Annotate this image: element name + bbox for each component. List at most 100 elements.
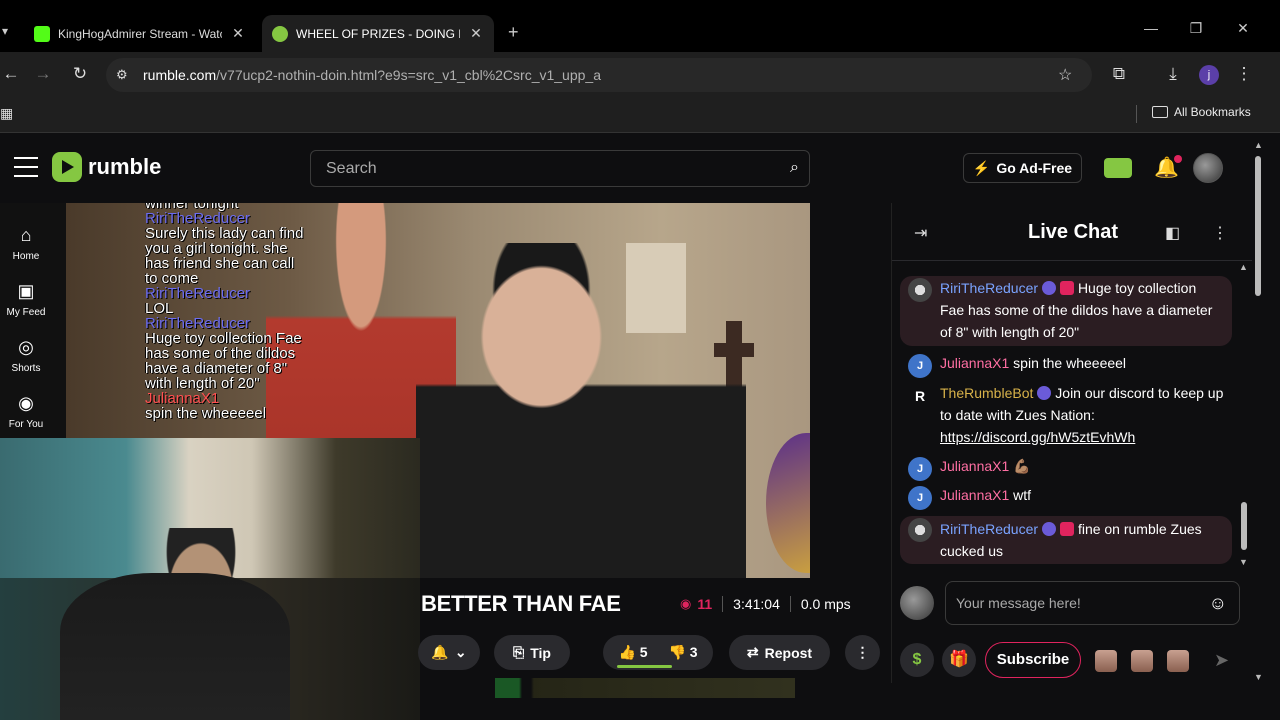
like-button[interactable]: 👍 5 bbox=[618, 644, 647, 661]
close-tab-icon[interactable]: ✕ bbox=[230, 25, 246, 42]
nav-shorts[interactable]: ◎ Shorts bbox=[0, 337, 52, 374]
notify-button[interactable]: 🔔 ⌄ bbox=[418, 635, 480, 670]
tip-button[interactable]: ⎘ Tip bbox=[494, 635, 570, 670]
search-icon[interactable]: ⌕ bbox=[790, 159, 799, 177]
scroll-down-icon[interactable]: ▼ bbox=[1254, 672, 1263, 682]
chat-popout-icon[interactable]: ◧ bbox=[1165, 223, 1180, 243]
emote-icon[interactable] bbox=[1095, 650, 1117, 672]
user-avatar[interactable] bbox=[1193, 153, 1223, 183]
rumble-logo[interactable]: rumble bbox=[52, 152, 161, 182]
all-bookmarks-label: All Bookmarks bbox=[1174, 105, 1251, 119]
video-player[interactable]: winner tonight RiriTheReducer Surely thi… bbox=[0, 203, 810, 578]
restore-icon[interactable]: ❐ bbox=[1181, 20, 1211, 37]
stream-duration: 3:41:04 bbox=[733, 596, 780, 612]
go-live-camera-icon[interactable] bbox=[1104, 158, 1132, 178]
nav-label: My Feed bbox=[6, 307, 46, 318]
page-scrollbar[interactable]: ▲ ▼ bbox=[1251, 140, 1263, 685]
avatar: J bbox=[908, 486, 932, 510]
bookmark-star-icon[interactable]: ☆ bbox=[1058, 65, 1072, 85]
chat-message-input[interactable] bbox=[946, 582, 1239, 624]
chat-username[interactable]: TheRumbleBot bbox=[940, 385, 1033, 401]
tab-title: WHEEL OF PRIZES - DOING IT F bbox=[296, 26, 460, 41]
send-message-icon[interactable]: ➤ bbox=[1214, 650, 1229, 671]
browser-menu-icon[interactable]: ⋮ bbox=[1233, 64, 1255, 84]
go-ad-free-button[interactable]: ⚡ Go Ad-Free bbox=[963, 153, 1082, 183]
verified-badge-icon bbox=[1042, 281, 1057, 295]
chat-scrollbar[interactable]: ▲ ▼ bbox=[1238, 262, 1250, 568]
chat-input-box: ☺ bbox=[945, 581, 1240, 625]
scroll-up-icon[interactable]: ▲ bbox=[1239, 262, 1248, 272]
chat-username[interactable]: JuliannaX1 bbox=[940, 355, 1009, 371]
overlay-line: Huge toy collection Fae has some of the … bbox=[145, 330, 302, 392]
overlay-username: JuliannaX1 bbox=[145, 390, 220, 407]
mps-rate: 0.0 mps bbox=[800, 596, 851, 612]
close-tab-icon[interactable]: ✕ bbox=[468, 25, 484, 42]
scroll-down-icon[interactable]: ▼ bbox=[1239, 557, 1248, 567]
shorts-icon: ◎ bbox=[18, 337, 34, 357]
emote-icon[interactable] bbox=[1167, 650, 1189, 672]
gift-icon[interactable]: 🎁 bbox=[942, 643, 976, 677]
back-icon[interactable]: ← bbox=[0, 64, 22, 84]
repost-button[interactable]: ⇄ Repost bbox=[729, 635, 830, 670]
chat-username[interactable]: JuliannaX1 bbox=[940, 487, 1009, 503]
more-options-icon[interactable]: ⋮ bbox=[845, 635, 880, 670]
chat-message[interactable]: J JuliannaX1 spin the wheeeeel bbox=[900, 352, 1232, 378]
minimize-icon[interactable]: — bbox=[1136, 20, 1166, 36]
profile-avatar[interactable]: j bbox=[1199, 65, 1219, 85]
chat-username[interactable]: JuliannaX1 bbox=[940, 458, 1009, 474]
chat-message[interactable]: J JuliannaX1 wtf bbox=[900, 484, 1232, 510]
chevron-down-icon: ⌄ bbox=[454, 644, 467, 660]
all-bookmarks-button[interactable]: All Bookmarks bbox=[1152, 105, 1251, 119]
omnibox[interactable]: ⚙ rumble.com/v77ucp2-nothin-doin.html?e9… bbox=[106, 58, 1092, 92]
close-window-icon[interactable]: ✕ bbox=[1228, 20, 1258, 37]
nav-home[interactable]: ⌂ Home bbox=[0, 225, 52, 262]
for-you-icon: ◉ bbox=[18, 393, 34, 413]
tab-wheel-of-prizes[interactable]: WHEEL OF PRIZES - DOING IT F ✕ bbox=[262, 15, 494, 52]
reload-icon[interactable]: ↻ bbox=[69, 64, 91, 84]
discord-link[interactable]: https://discord.gg/hW5ztEvhWh bbox=[940, 429, 1135, 445]
hamburger-menu-icon[interactable] bbox=[14, 157, 38, 177]
emoji-picker-icon[interactable]: ☺ bbox=[1209, 593, 1227, 614]
scroll-up-icon[interactable]: ▲ bbox=[1254, 140, 1263, 150]
chat-username[interactable]: RiriTheReducer bbox=[940, 521, 1038, 537]
forward-icon[interactable]: → bbox=[32, 64, 54, 84]
tab-kinghog-stream[interactable]: KingHogAdmirer Stream - Watc ✕ bbox=[24, 15, 256, 52]
url-text[interactable]: rumble.com/v77ucp2-nothin-doin.html?e9s=… bbox=[143, 67, 601, 83]
search-input[interactable] bbox=[311, 151, 809, 186]
chat-username[interactable]: RiriTheReducer bbox=[940, 280, 1038, 296]
extensions-icon[interactable]: ⧉ bbox=[1108, 64, 1130, 84]
bell-icon: 🔔 bbox=[431, 644, 449, 660]
like-ratio-bar bbox=[617, 665, 672, 668]
search-bar: ⌕ bbox=[310, 150, 810, 187]
overlay-username: RiriTheReducer bbox=[145, 285, 251, 302]
left-nav: ⌂ Home ▣ My Feed ◎ Shorts ◉ For You bbox=[0, 203, 52, 443]
overlay-username: RiriTheReducer bbox=[145, 210, 251, 227]
emote-icon[interactable] bbox=[1131, 650, 1153, 672]
thumbs-up-icon: 👍 bbox=[618, 644, 636, 660]
avatar: J bbox=[908, 354, 932, 378]
notifications-bell-icon[interactable]: 🔔 bbox=[1154, 155, 1182, 180]
rant-dollar-button[interactable]: $ bbox=[900, 643, 934, 677]
nav-for-you[interactable]: ◉ For You bbox=[0, 393, 52, 430]
verified-badge-icon bbox=[1037, 386, 1052, 400]
url-host: rumble.com bbox=[143, 67, 217, 83]
apps-grid-icon[interactable]: ▦ bbox=[0, 105, 13, 122]
chat-message[interactable]: J JuliannaX1 💪🏽 bbox=[900, 455, 1232, 481]
site-info-icon[interactable]: ⚙ bbox=[116, 67, 128, 83]
chat-message[interactable]: R TheRumbleBot Join our discord to keep … bbox=[900, 382, 1232, 448]
dislike-button[interactable]: 👎 3 bbox=[668, 644, 697, 661]
subscribe-button[interactable]: Subscribe bbox=[985, 642, 1081, 678]
collapse-chat-icon[interactable]: ⇥ bbox=[914, 223, 927, 243]
ad-banner[interactable] bbox=[495, 678, 795, 698]
new-tab-button[interactable]: + bbox=[508, 22, 519, 43]
chat-menu-icon[interactable]: ⋮ bbox=[1212, 223, 1228, 243]
scroll-thumb[interactable] bbox=[1241, 502, 1247, 550]
repost-icon: ⇄ bbox=[746, 644, 759, 660]
page-scroll-thumb[interactable] bbox=[1255, 156, 1261, 296]
nav-my-feed[interactable]: ▣ My Feed bbox=[0, 281, 52, 318]
downloads-icon[interactable]: ⤓ bbox=[1162, 64, 1184, 84]
chat-message[interactable]: RiriTheReducer Huge toy collection Fae h… bbox=[900, 276, 1232, 346]
chat-message[interactable]: RiriTheReducer fine on rumble Zues cucke… bbox=[900, 516, 1232, 564]
tab-list-chevron-icon[interactable]: ▾ bbox=[2, 24, 8, 38]
stats-divider bbox=[722, 596, 724, 612]
